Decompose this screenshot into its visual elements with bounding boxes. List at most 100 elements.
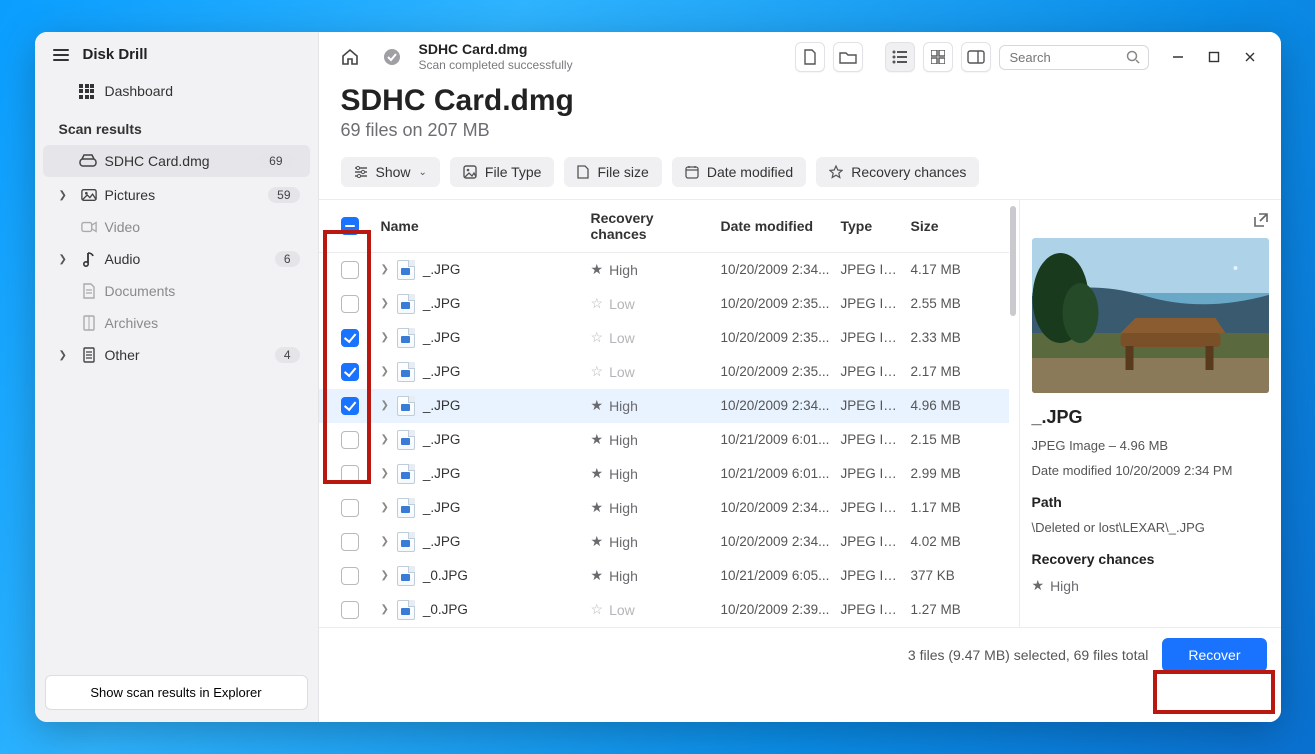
select-all-checkbox[interactable] — [341, 217, 359, 235]
chevron-right-icon[interactable]: ❯ — [381, 366, 389, 377]
table-row[interactable]: ❯_.JPG★High10/20/2009 2:34...JPEG Im...1… — [319, 491, 1009, 525]
cell-type: JPEG Im... — [837, 500, 907, 515]
table-row[interactable]: ❯_.JPG★High10/20/2009 2:34...JPEG Im...4… — [319, 525, 1009, 559]
chevron-right-icon[interactable]: ❯ — [381, 502, 389, 513]
star-icon: ★ — [591, 533, 604, 550]
show-in-explorer-button[interactable]: Show scan results in Explorer — [45, 675, 308, 710]
cell-recovery: ★High — [587, 533, 717, 550]
filter-label: File Type — [485, 164, 542, 180]
menu-icon[interactable] — [53, 49, 69, 61]
scrollbar[interactable] — [1009, 200, 1017, 627]
search-box[interactable] — [999, 45, 1149, 70]
recover-button[interactable]: Recover — [1162, 638, 1266, 672]
sidebar-item-video[interactable]: Video — [35, 211, 318, 243]
filter-file-size[interactable]: File size — [564, 157, 661, 187]
preview-path: \Deleted or lost\LEXAR\_.JPG — [1032, 520, 1269, 535]
chevron-right-icon[interactable]: ❯ — [381, 570, 389, 581]
app-title: Disk Drill — [83, 46, 148, 63]
table-row[interactable]: ❯_.JPG★High10/21/2009 6:01...JPEG Im...2… — [319, 457, 1009, 491]
sidebar-item-pictures[interactable]: ❯ Pictures 59 — [35, 179, 318, 211]
cell-size: 377 KB — [907, 568, 987, 583]
chevron-right-icon[interactable]: ❯ — [381, 604, 389, 615]
star-icon: ★ — [591, 567, 604, 584]
chevron-right-icon[interactable]: ❯ — [381, 298, 389, 309]
table-row[interactable]: ❯_0.JPG★High10/21/2009 6:05...JPEG Im...… — [319, 559, 1009, 593]
file-icon — [577, 165, 589, 179]
home-icon[interactable] — [335, 42, 365, 72]
row-checkbox[interactable] — [341, 499, 359, 517]
filter-date-modified[interactable]: Date modified — [672, 157, 806, 187]
preview-rec-label: Recovery chances — [1032, 551, 1269, 567]
table-row[interactable]: ❯_.JPG☆Low10/20/2009 2:35...JPEG Im...2.… — [319, 321, 1009, 355]
search-input[interactable] — [1008, 49, 1126, 66]
app-window: Disk Drill Dashboard Scan results SDHC C… — [35, 32, 1281, 722]
view-list-icon[interactable] — [885, 42, 915, 72]
cell-type: JPEG Im... — [837, 398, 907, 413]
sidebar-item-source[interactable]: SDHC Card.dmg 69 — [43, 145, 310, 177]
cell-recovery: ☆Low — [587, 601, 717, 618]
table-row[interactable]: ❯_.JPG★High10/20/2009 2:34...JPEG Im...4… — [319, 253, 1009, 287]
cell-name: ❯_.JPG — [377, 396, 587, 416]
row-checkbox[interactable] — [341, 397, 359, 415]
table-row[interactable]: ❯_.JPG☆Low10/20/2009 2:35...JPEG Im...2.… — [319, 355, 1009, 389]
col-name[interactable]: Name — [377, 218, 587, 234]
row-checkbox[interactable] — [341, 261, 359, 279]
filter-label: Show — [376, 164, 411, 180]
cell-date: 10/21/2009 6:05... — [717, 568, 837, 583]
sidebar-item-label: Other — [105, 347, 140, 363]
row-checkbox[interactable] — [341, 431, 359, 449]
chevron-right-icon[interactable]: ❯ — [381, 400, 389, 411]
col-type[interactable]: Type — [837, 218, 907, 234]
file-icon — [397, 328, 415, 348]
filter-show[interactable]: Show ⌄ — [341, 157, 440, 187]
row-checkbox[interactable] — [341, 329, 359, 347]
cell-date: 10/20/2009 2:34... — [717, 262, 837, 277]
filter-label: Date modified — [707, 164, 793, 180]
chevron-right-icon[interactable]: ❯ — [381, 332, 389, 343]
table-row[interactable]: ❯_.JPG★High10/20/2009 2:34...JPEG Im...4… — [319, 389, 1009, 423]
archives-icon — [81, 315, 97, 331]
sidebar-item-other[interactable]: ❯ Other 4 — [35, 339, 318, 371]
row-checkbox[interactable] — [341, 295, 359, 313]
col-size[interactable]: Size — [907, 218, 987, 234]
window-minimize-icon[interactable] — [1163, 42, 1193, 72]
row-checkbox[interactable] — [341, 465, 359, 483]
file-icon — [397, 464, 415, 484]
col-date[interactable]: Date modified — [717, 218, 837, 234]
chevron-right-icon[interactable]: ❯ — [381, 536, 389, 547]
table-row[interactable]: ❯_.JPG☆Low10/20/2009 2:35...JPEG Im...2.… — [319, 287, 1009, 321]
sidebar-item-audio[interactable]: ❯ Audio 6 — [35, 243, 318, 275]
sidebar-item-documents[interactable]: Documents — [35, 275, 318, 307]
row-checkbox[interactable] — [341, 533, 359, 551]
toolbar: SDHC Card.dmg Scan completed successfull… — [319, 32, 1281, 78]
chevron-right-icon[interactable]: ❯ — [381, 468, 389, 479]
table-row[interactable]: ❯_0.JPG☆Low10/20/2009 2:39...JPEG Im...1… — [319, 593, 1009, 627]
sidebar-dashboard[interactable]: Dashboard — [35, 75, 318, 107]
window-maximize-icon[interactable] — [1199, 42, 1229, 72]
window-close-icon[interactable] — [1235, 42, 1265, 72]
table-body: ❯_.JPG★High10/20/2009 2:34...JPEG Im...4… — [319, 253, 1009, 627]
view-file-icon[interactable] — [795, 42, 825, 72]
cell-type: JPEG Im... — [837, 602, 907, 617]
cell-type: JPEG Im... — [837, 262, 907, 277]
table-row[interactable]: ❯_.JPG★High10/21/2009 6:01...JPEG Im...2… — [319, 423, 1009, 457]
file-icon — [397, 430, 415, 450]
row-checkbox[interactable] — [341, 567, 359, 585]
col-recovery[interactable]: Recovery chances — [587, 210, 717, 242]
cell-name: ❯_.JPG — [377, 430, 587, 450]
sidebar-badge: 59 — [268, 187, 299, 203]
view-folder-icon[interactable] — [833, 42, 863, 72]
file-name: _0.JPG — [423, 568, 468, 583]
sidebar-item-archives[interactable]: Archives — [35, 307, 318, 339]
cell-size: 1.27 MB — [907, 602, 987, 617]
filter-file-type[interactable]: File Type — [450, 157, 555, 187]
filter-recovery[interactable]: Recovery chances — [816, 157, 979, 187]
view-grid-icon[interactable] — [923, 42, 953, 72]
chevron-right-icon[interactable]: ❯ — [381, 434, 389, 445]
row-checkbox[interactable] — [341, 363, 359, 381]
row-checkbox[interactable] — [341, 601, 359, 619]
chevron-right-icon[interactable]: ❯ — [381, 264, 389, 275]
view-columns-icon[interactable] — [961, 42, 991, 72]
popout-icon[interactable] — [1253, 212, 1269, 228]
cell-recovery: ★High — [587, 431, 717, 448]
